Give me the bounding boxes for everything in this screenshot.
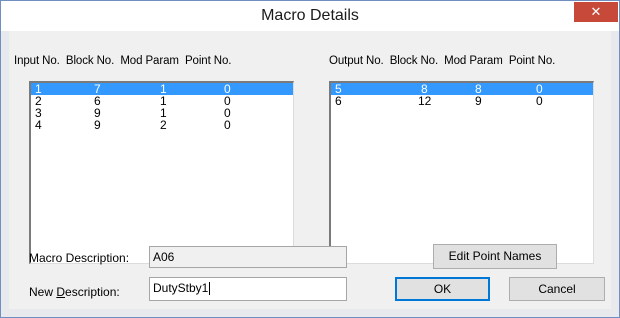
new-description-label-suffix: escription: [65,285,120,299]
new-description-value: DutyStby1 [153,281,209,295]
output-cell-mod-param: 9 [475,94,482,108]
output-header-block-no: Block No. [389,55,439,67]
input-header-input-no: Input No. [14,55,60,67]
output-header-mod-param: Mod Param [444,55,503,67]
input-cell-point-no: 0 [224,118,231,132]
output-listbox[interactable]: 5 8 8 0 6 12 9 0 [329,81,594,264]
text-caret [209,282,211,296]
dialog-body: Input No. Block No. Mod Param Point No. … [9,31,611,309]
new-description-label-prefix: New [29,285,57,299]
input-cell-block-no: 9 [94,118,101,132]
output-row[interactable]: 6 12 9 0 [331,95,593,107]
output-header-point-no: Point No. [508,55,556,67]
macro-details-window: Macro Details ✕ Input No. Block No. Mod … [0,0,620,318]
input-list-header: Input No. Block No. Mod Param Point No. [14,55,234,67]
input-header-block-no: Block No. [65,55,115,67]
input-cell-mod-param: 2 [160,118,167,132]
input-cell-input-no: 4 [35,118,42,132]
ok-button[interactable]: OK [395,277,490,301]
input-header-point-no: Point No. [184,55,232,67]
input-listbox[interactable]: 1 7 1 0 2 6 1 0 3 9 1 0 4 9 2 0 [29,81,294,264]
window-title: Macro Details [261,7,359,24]
output-cell-block-no: 12 [418,94,432,108]
edit-point-names-button[interactable]: Edit Point Names [433,244,557,269]
close-icon[interactable]: ✕ [574,2,618,22]
output-list-header: Output No. Block No. Mod Param Point No. [329,55,558,67]
input-row[interactable]: 4 9 2 0 [31,119,293,131]
input-header-mod-param: Mod Param [120,55,179,67]
title-bar[interactable]: Macro Details ✕ [1,1,619,31]
output-header-output-no: Output No. [329,55,384,67]
output-cell-output-no: 6 [335,94,342,108]
macro-description-field: A06 [149,246,347,268]
new-description-label-mnemonic: D [56,285,66,299]
cancel-button[interactable]: Cancel [509,277,605,301]
output-cell-point-no: 0 [536,94,543,108]
new-description-label: New Description: [29,285,120,299]
output-row[interactable]: 5 8 8 0 [331,83,593,95]
macro-description-label: Macro Description: [29,251,130,265]
new-description-input[interactable]: DutyStby1 [149,277,347,301]
